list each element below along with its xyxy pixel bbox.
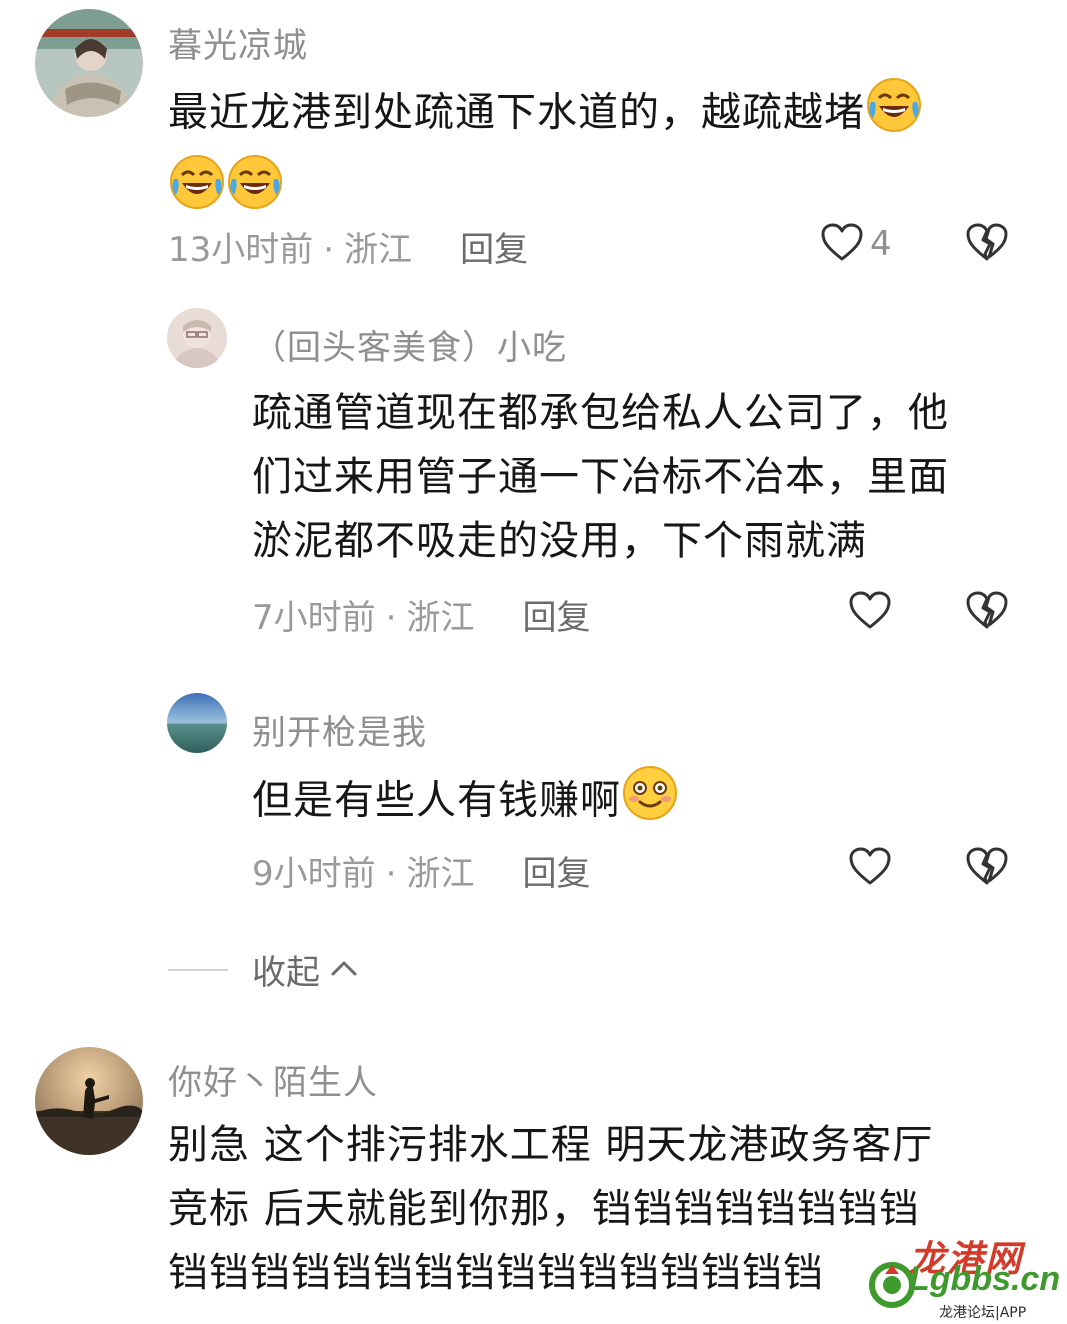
comment-time: 13小时前 — [168, 230, 314, 270]
laugh-cry-emoji — [226, 153, 284, 230]
collapse-replies-button[interactable]: 收起 — [168, 945, 358, 994]
like-count: 4 — [870, 224, 892, 264]
comment-text-line: 疏通管道现在都承包给私人公司了，他 — [252, 390, 949, 436]
broken-heart-icon — [965, 223, 1009, 266]
laugh-cry-emoji — [865, 76, 923, 153]
broken-heart-icon — [965, 847, 1009, 890]
comment-location: 浙江 — [406, 598, 475, 638]
comment-username[interactable]: 你好丶陌生人 — [168, 1055, 378, 1104]
comment-meta: 13小时前 · 浙江 回复 — [168, 222, 528, 271]
comment-time: 7小时前 — [252, 598, 376, 638]
site-watermark: 龙港网 Lgbbs.cn 龙港论坛|APP — [869, 1230, 1061, 1321]
comment-text-line: 别急 这个排污排水工程 明天龙港政务客厅 — [168, 1122, 934, 1168]
comment-text: 疏通管道现在都承包给私人公司了，他 们过来用管子通一下冶标不冶本，里面 淤泥都不… — [252, 381, 1042, 573]
comment-text-line: 们过来用管子通一下冶标不冶本，里面 — [252, 454, 949, 500]
collapse-divider — [168, 968, 228, 971]
comment-text-content: 最近龙港到处疏通下水道的，越疏越堵 — [168, 89, 865, 136]
avatar[interactable] — [167, 693, 227, 753]
like-button[interactable] — [848, 846, 892, 890]
meta-separator: · — [385, 598, 397, 638]
chevron-up-icon — [330, 959, 358, 981]
dislike-button[interactable] — [965, 846, 1009, 890]
broken-heart-icon — [965, 591, 1009, 634]
like-button[interactable]: 4 — [820, 222, 892, 266]
comment-location: 浙江 — [406, 854, 475, 894]
comment-text-line: 淤泥都不吸走的没用，下个雨就满 — [252, 518, 867, 564]
watermark-subtitle: 龙港论坛|APP — [939, 1305, 1027, 1321]
comment-username[interactable]: 别开枪是我 — [252, 705, 427, 754]
dislike-button[interactable] — [965, 590, 1009, 634]
dislike-button[interactable] — [965, 222, 1009, 266]
blush-smile-emoji — [621, 764, 679, 841]
watermark-domain: Lgbbs.cn — [909, 1260, 1061, 1298]
comment-location: 浙江 — [344, 230, 413, 270]
reply-button[interactable]: 回复 — [522, 598, 590, 638]
reply-button[interactable]: 回复 — [460, 230, 528, 270]
reply-button[interactable]: 回复 — [522, 854, 590, 894]
comment-text: 但是有些人有钱赚啊 — [252, 764, 1042, 841]
comment-username[interactable]: （回头客美食）小吃 — [252, 320, 567, 369]
meta-separator: · — [323, 230, 335, 270]
like-button[interactable] — [848, 590, 892, 634]
heart-outline-icon — [848, 846, 892, 890]
comment-meta: 7小时前 · 浙江 回复 — [252, 590, 590, 639]
meta-separator: · — [385, 854, 397, 894]
avatar[interactable] — [35, 1047, 143, 1155]
heart-outline-icon — [848, 590, 892, 634]
comment-time: 9小时前 — [252, 854, 376, 894]
comment-text-content: 但是有些人有钱赚啊 — [252, 777, 621, 824]
laugh-cry-emoji — [168, 153, 226, 230]
comment-username[interactable]: 暮光凉城 — [168, 18, 308, 67]
comment-text: 最近龙港到处疏通下水道的，越疏越堵 — [168, 76, 1018, 230]
heart-outline-icon — [820, 222, 864, 266]
avatar[interactable] — [167, 308, 227, 368]
collapse-label: 收起 — [252, 953, 320, 993]
comment-meta: 9小时前 · 浙江 回复 — [252, 846, 590, 895]
avatar[interactable] — [35, 9, 143, 117]
